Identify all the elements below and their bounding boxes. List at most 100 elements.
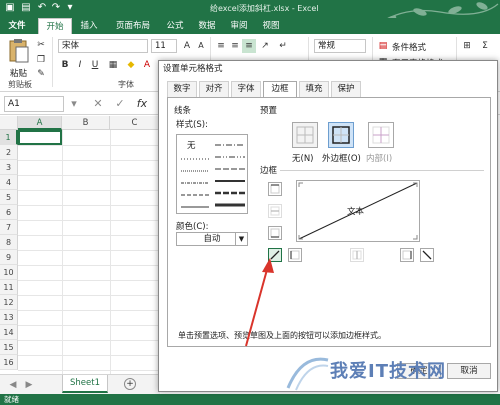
diagonal-down-button[interactable] (420, 248, 434, 262)
row-header[interactable]: 1 (0, 130, 18, 145)
font-name-select[interactable]: 宋体 (58, 39, 148, 53)
name-box[interactable]: A1 (4, 96, 64, 112)
border-left-button[interactable] (288, 248, 302, 262)
tab-font[interactable]: 字体 (231, 81, 261, 97)
border-inside-horizontal-button[interactable] (268, 204, 282, 218)
align-top-icon[interactable]: ≡ (214, 39, 228, 53)
scroll-sheets-right-icon[interactable]: ▶ (22, 378, 36, 392)
tab-review[interactable]: 审阅 (224, 18, 254, 34)
line-style-samples[interactable] (177, 135, 249, 215)
row-header[interactable]: 16 (0, 355, 18, 370)
tab-insert[interactable]: 插入 (74, 18, 104, 34)
font-color-icon[interactable]: A (140, 58, 154, 72)
insert-cells-icon[interactable]: ⊞ (460, 39, 474, 53)
paste-icon[interactable] (8, 38, 30, 66)
tab-alignment[interactable]: 对齐 (199, 81, 229, 97)
tab-file[interactable]: 文件 (0, 18, 34, 34)
row-header[interactable]: 2 (0, 145, 18, 160)
tab-home[interactable]: 开始 (38, 18, 72, 34)
fill-color-icon[interactable]: ◆ (124, 58, 138, 72)
column-header[interactable]: C (110, 116, 160, 130)
conditional-format-icon[interactable]: ▤ (376, 39, 390, 53)
conditional-format-button[interactable]: 条件格式 (392, 41, 426, 53)
tab-border[interactable]: 边框 (263, 81, 297, 98)
preset-inside-icon (372, 126, 390, 144)
cancel-entry-icon[interactable]: ✕ (90, 96, 106, 112)
preset-none-button[interactable] (292, 122, 318, 148)
name-box-dropdown-icon[interactable]: ▾ (66, 96, 82, 112)
bold-button[interactable]: B (58, 58, 72, 72)
borders-icon[interactable]: ▦ (106, 58, 120, 72)
format-painter-icon[interactable]: ✎ (34, 67, 48, 81)
row-header[interactable]: 9 (0, 250, 18, 265)
preset-inside-button[interactable] (368, 122, 394, 148)
orientation-icon[interactable]: ↗ (258, 39, 272, 53)
tab-data[interactable]: 数据 (192, 18, 222, 34)
line-style-list[interactable]: 无 (176, 134, 248, 214)
increase-font-icon[interactable]: A (180, 39, 194, 53)
border-top-button[interactable] (268, 182, 282, 196)
row-header[interactable]: 14 (0, 325, 18, 340)
row-header[interactable]: 12 (0, 295, 18, 310)
tab-protection[interactable]: 保护 (331, 81, 361, 97)
italic-button[interactable]: I (73, 58, 87, 72)
row-header[interactable]: 6 (0, 205, 18, 220)
grid-line (18, 295, 160, 296)
scroll-sheets-left-icon[interactable]: ◀ (6, 378, 20, 392)
tab-page-layout[interactable]: 页面布局 (108, 18, 158, 34)
enter-entry-icon[interactable]: ✓ (112, 96, 128, 112)
active-cell-a1[interactable] (18, 130, 62, 145)
row-header[interactable]: 4 (0, 175, 18, 190)
select-all-corner[interactable] (0, 116, 18, 130)
new-sheet-icon[interactable]: + (124, 378, 136, 390)
row-header[interactable]: 13 (0, 310, 18, 325)
sum-icon[interactable]: Σ (478, 39, 492, 53)
dropdown-arrow-icon[interactable]: ▼ (235, 233, 247, 245)
cut-icon[interactable]: ✂ (34, 38, 48, 52)
border-group-label: 边框 (260, 166, 278, 176)
redo-icon[interactable]: ↷ (50, 2, 62, 14)
presets-group-label: 预置 (260, 106, 278, 116)
font-group-label: 字体 (118, 80, 134, 89)
status-bar: 就绪 (0, 394, 500, 405)
preset-outline-button[interactable] (328, 122, 354, 148)
font-size-select[interactable]: 11 (151, 39, 177, 53)
column-header[interactable]: A (18, 116, 62, 130)
tab-number[interactable]: 数字 (167, 81, 197, 97)
border-preview[interactable]: 文本 (296, 180, 420, 242)
tab-formulas[interactable]: 公式 (160, 18, 190, 34)
undo-icon[interactable]: ↶ (36, 2, 48, 14)
worksheet-grid[interactable]: A B C 1 2 3 4 5 6 7 8 9 10 11 12 13 14 1… (0, 116, 160, 374)
insert-function-button[interactable]: fx (134, 96, 150, 112)
column-header[interactable]: B (62, 116, 110, 130)
underline-button[interactable]: U (88, 58, 102, 72)
line-group-label: 线条 (174, 106, 192, 116)
row-header[interactable]: 15 (0, 340, 18, 355)
sheet-tab-sheet1[interactable]: Sheet1 (62, 375, 108, 393)
customize-quick-access-icon[interactable]: ▾ (64, 2, 76, 14)
line-color-select[interactable]: 自动 ▼ (176, 232, 248, 246)
tab-fill[interactable]: 填充 (299, 81, 329, 97)
row-header[interactable]: 10 (0, 265, 18, 280)
border-inside-vertical-icon (352, 250, 362, 260)
border-bottom-button[interactable] (268, 226, 282, 240)
decrease-font-icon[interactable]: A (194, 39, 208, 53)
preset-none-icon (296, 126, 314, 144)
row-header[interactable]: 11 (0, 280, 18, 295)
number-format-select[interactable]: 常规 (314, 39, 366, 53)
border-right-button[interactable] (400, 248, 414, 262)
row-header[interactable]: 5 (0, 190, 18, 205)
save-icon[interactable]: ▤ (20, 2, 32, 14)
border-inside-vertical-button[interactable] (350, 248, 364, 262)
row-header[interactable]: 8 (0, 235, 18, 250)
row-header[interactable]: 3 (0, 160, 18, 175)
align-middle-icon[interactable]: ≡ (228, 39, 242, 53)
preset-outline-label: 外边框(O) (322, 154, 361, 164)
excel-logo-icon: ▣ (5, 2, 15, 13)
wrap-text-icon[interactable]: ↵ (276, 39, 290, 53)
tab-view[interactable]: 视图 (256, 18, 286, 34)
row-header[interactable]: 7 (0, 220, 18, 235)
align-bottom-icon[interactable]: ≡ (242, 39, 256, 53)
diagonal-up-button[interactable] (268, 248, 282, 262)
copy-icon[interactable]: ❐ (34, 53, 48, 67)
